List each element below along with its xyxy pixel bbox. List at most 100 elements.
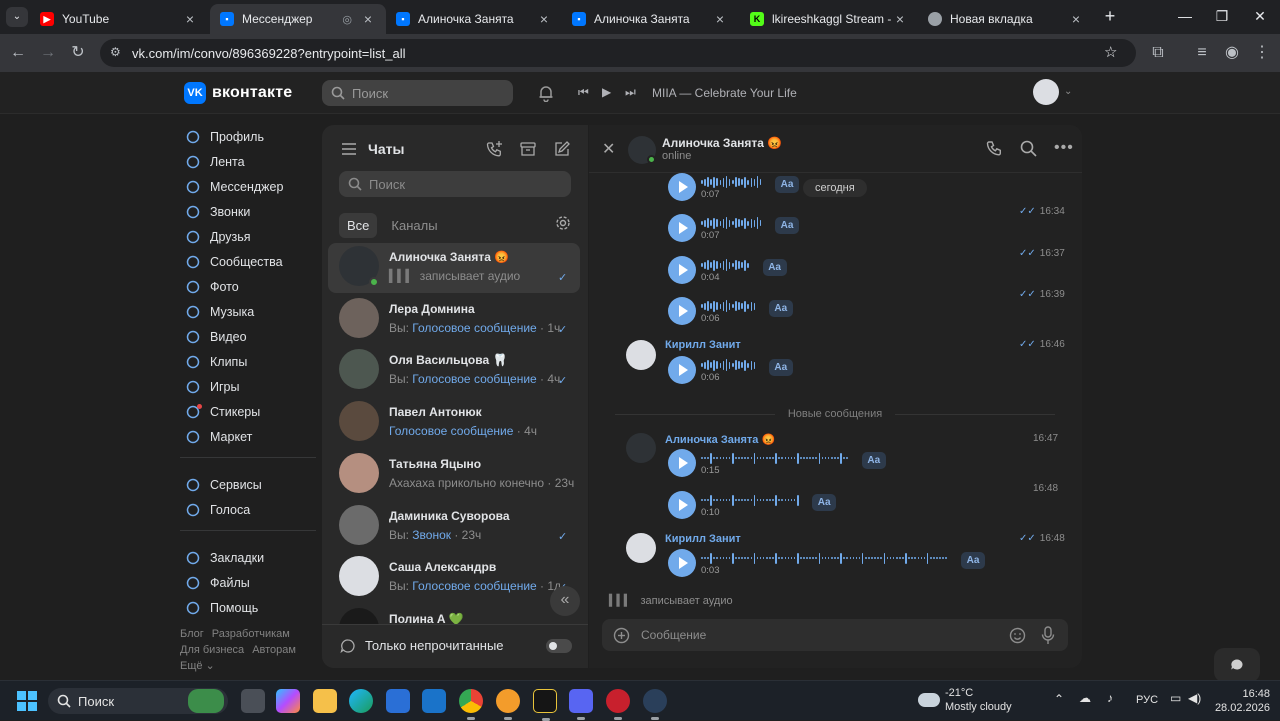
chat-list-item[interactable]: Даминика Суворова Вы: Звонок · 23ч ✓: [328, 502, 580, 552]
task-view-icon[interactable]: [241, 689, 265, 713]
close-window-button[interactable]: ✕: [1250, 8, 1270, 25]
next-track-icon[interactable]: ⏭: [625, 85, 636, 100]
voice-waveform[interactable]: [701, 359, 756, 371]
chat-list-item[interactable]: Татьяна Яцыно Ахахаха прикольно конечно ·…: [328, 450, 580, 500]
sidebar-item-files[interactable]: Файлы: [184, 570, 324, 595]
sidebar-item-phone[interactable]: Звонки: [184, 199, 324, 224]
play-voice-button[interactable]: [668, 173, 696, 201]
vk-logo[interactable]: VK вконтакте: [184, 82, 292, 104]
chat-list-item[interactable]: Оля Васильцова 🦷 Вы: Голосовое сообщение …: [328, 346, 580, 396]
voice-waveform[interactable]: [701, 552, 947, 564]
microphone-icon[interactable]: [1041, 626, 1055, 645]
call-phone-icon[interactable]: [986, 140, 1004, 158]
onedrive-off-icon[interactable]: ☁: [1079, 691, 1091, 705]
chat-list-item[interactable]: Алиночка Занята 😡 ▍▍▍ записывает аудио ✓: [328, 243, 580, 293]
discord-taskbar-icon[interactable]: [496, 689, 520, 720]
close-tab-icon[interactable]: ×: [712, 11, 728, 27]
chrome-taskbar-icon[interactable]: [459, 689, 483, 720]
close-tab-icon[interactable]: ×: [536, 11, 552, 27]
settings-gear-icon[interactable]: [555, 215, 571, 231]
transcribe-button[interactable]: Aa: [775, 176, 799, 193]
sidebar-item-video[interactable]: Видео: [184, 324, 324, 349]
media-app-icon[interactable]: [533, 689, 557, 721]
sidebar-item-friends[interactable]: Друзья: [184, 224, 324, 249]
transcribe-button[interactable]: Aa: [762, 259, 787, 276]
browser-tab-messenger[interactable]: ▪ Мессенджер ◎ ×: [210, 4, 386, 34]
sidebar-item-photo[interactable]: Фото: [184, 274, 324, 299]
tab-channels[interactable]: Каналы: [383, 213, 445, 238]
restore-button[interactable]: ❐: [1212, 8, 1232, 25]
transcribe-button[interactable]: Aa: [768, 359, 793, 376]
collapse-sidebar-button[interactable]: «: [550, 586, 580, 616]
user-avatar[interactable]: [1033, 79, 1059, 105]
chat-search-input[interactable]: Поиск: [339, 171, 571, 197]
play-voice-button[interactable]: [668, 491, 696, 519]
conversation-name[interactable]: Алиночка Занята 😡: [662, 136, 782, 150]
voice-waveform[interactable]: [701, 259, 749, 271]
tab-search-button[interactable]: ⌄: [6, 7, 28, 27]
close-icon[interactable]: ✕: [602, 139, 615, 159]
address-bar[interactable]: ⚙ vk.com/im/convo/896369228?entrypoint=l…: [100, 39, 1136, 67]
play-voice-button[interactable]: [668, 214, 696, 242]
sidebar-item-feed[interactable]: Лента: [184, 149, 324, 174]
system-clock[interactable]: 16:48 28.02.2026: [1210, 687, 1270, 715]
footer-link-business[interactable]: Для бизнеса: [180, 644, 244, 656]
message-avatar[interactable]: [626, 533, 656, 563]
browser-tab-alinochka-2[interactable]: ▪ Алиночка Занята ×: [562, 4, 738, 34]
tab-all[interactable]: Все: [339, 212, 378, 238]
sidebar-item-clips[interactable]: Клипы: [184, 349, 324, 374]
close-tab-icon[interactable]: ×: [892, 11, 908, 27]
search-icon[interactable]: [1020, 140, 1037, 157]
browser-tab-youtube[interactable]: ▶ YouTube ×: [30, 4, 208, 34]
message-avatar[interactable]: [626, 340, 656, 370]
voice-waveform[interactable]: [701, 176, 762, 188]
vk-search-input[interactable]: Поиск: [322, 80, 513, 106]
sidebar-item-services[interactable]: Сервисы: [184, 472, 324, 497]
close-tab-icon[interactable]: ×: [1068, 11, 1084, 27]
browser-tab-kick-stream[interactable]: K lkireeshkaggl Stream - Wat ×: [740, 4, 918, 34]
site-info-icon[interactable]: ⚙: [110, 45, 121, 59]
volume-icon[interactable]: ◀): [1188, 691, 1201, 705]
bookmark-star-icon[interactable]: ☆: [1104, 43, 1117, 61]
chat-list-item[interactable]: Саша Александрв Вы: Голосовое сообщение ·…: [328, 553, 580, 603]
chat-list-item[interactable]: Лера Домнина Вы: Голосовое сообщение · 1ч…: [328, 295, 580, 345]
sidebar-item-music[interactable]: Музыка: [184, 299, 324, 324]
footer-link-blog[interactable]: Блог: [180, 628, 204, 640]
sidebar-item-help[interactable]: Помощь: [184, 595, 324, 620]
sidebar-item-bookmarks[interactable]: Закладки: [184, 545, 324, 570]
play-voice-button[interactable]: [668, 256, 696, 284]
voice-waveform[interactable]: [701, 494, 799, 506]
sidebar-item-messenger[interactable]: Мессенджер: [184, 174, 324, 199]
edge-icon[interactable]: [349, 689, 373, 713]
close-tab-icon[interactable]: ×: [360, 11, 376, 27]
minimize-button[interactable]: —: [1175, 8, 1195, 24]
windows-start-icon[interactable]: [17, 691, 37, 711]
voice-waveform[interactable]: [701, 300, 756, 312]
new-call-icon[interactable]: [486, 140, 504, 158]
previous-track-icon[interactable]: ⏮: [578, 85, 589, 100]
network-icon[interactable]: ▭: [1170, 691, 1181, 705]
reload-icon[interactable]: ↻: [68, 43, 88, 63]
play-voice-button[interactable]: [668, 297, 696, 325]
file-explorer-icon[interactable]: [313, 689, 337, 713]
transcribe-button[interactable]: Aa: [961, 552, 985, 569]
footer-link-more[interactable]: Ещё ⌄: [180, 660, 215, 672]
back-icon[interactable]: ←: [8, 43, 28, 63]
copilot-icon[interactable]: [276, 689, 300, 713]
emoji-icon[interactable]: [1009, 627, 1026, 644]
taskbar-search[interactable]: Поиск: [48, 688, 228, 714]
message-avatar[interactable]: [626, 433, 656, 463]
game-launcher-icon[interactable]: [606, 689, 630, 720]
mute-icon[interactable]: ◎: [342, 13, 352, 26]
transcribe-button[interactable]: Aa: [812, 494, 837, 511]
close-tab-icon[interactable]: ×: [182, 11, 198, 27]
media-controls-icon[interactable]: ≡: [1192, 43, 1212, 63]
new-tab-button[interactable]: +: [1100, 6, 1120, 27]
sidebar-item-stickers[interactable]: Стикеры: [184, 399, 324, 424]
voice-waveform[interactable]: [701, 217, 762, 229]
attach-plus-icon[interactable]: [613, 627, 630, 644]
notifications-bell-icon[interactable]: [537, 84, 555, 102]
footer-link-authors[interactable]: Авторам: [252, 644, 296, 656]
sidebar-item-votes[interactable]: Голоса: [184, 497, 324, 522]
language-indicator[interactable]: РУС: [1136, 694, 1158, 706]
